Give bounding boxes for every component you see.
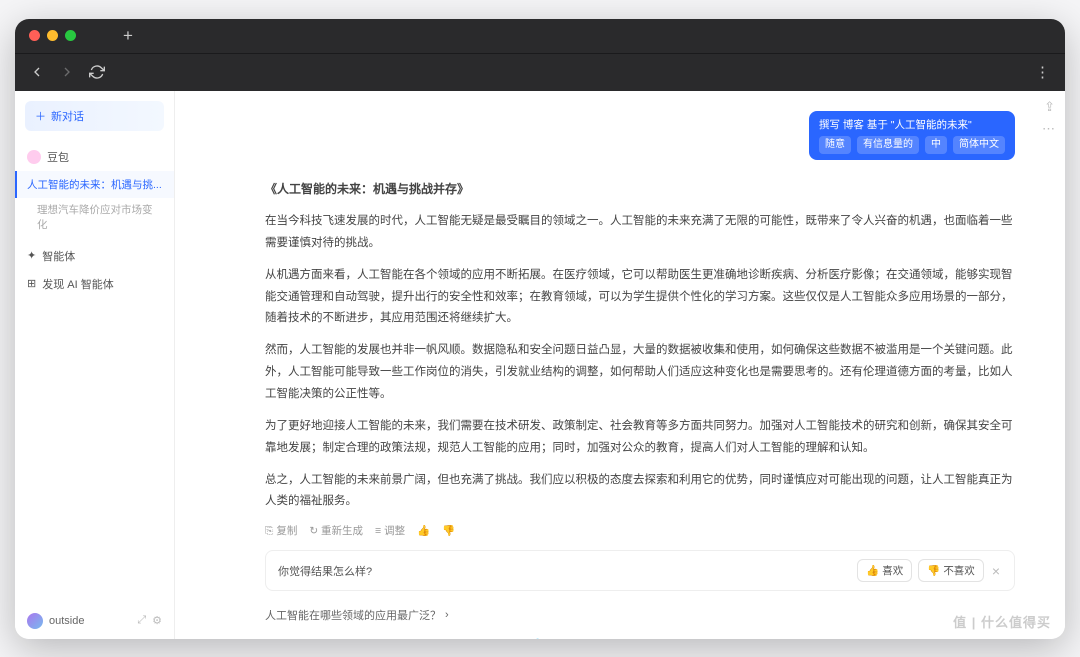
close-feedback-icon[interactable]: × bbox=[990, 563, 1002, 579]
feedback-bar: 你觉得结果怎么样? 👍 喜欢 👎 不喜欢 × bbox=[265, 550, 1015, 591]
tool-pdf[interactable]: ⎙ PDF 问答 bbox=[461, 637, 517, 638]
sidebar: ＋新对话 豆包 人工智能的未来：机遇与挑... 理想汽车降价应对市场变化 ✦智能… bbox=[15, 91, 175, 639]
assistant-response: 《人工智能的未来：机遇与挑战并存》 在当今科技飞速发展的时代，人工智能无疑是最受… bbox=[265, 178, 1015, 513]
prompt-tag: 简体中文 bbox=[953, 136, 1005, 154]
tool-search[interactable]: Q AI 搜索 bbox=[402, 637, 447, 638]
history-item[interactable]: 理想汽车降价应对市场变化 bbox=[15, 198, 174, 236]
discover-agents-item[interactable]: ⊞发现 AI 智能体 bbox=[15, 270, 174, 298]
assistant-item[interactable]: 豆包 bbox=[15, 143, 174, 171]
watermark: 值 | 什么值得买 bbox=[953, 612, 1051, 631]
tool-translate[interactable]: 🌐 翻译 bbox=[531, 637, 568, 638]
browser-menu-button[interactable]: ⋮ bbox=[1035, 63, 1051, 81]
copy-button[interactable]: ⎘ 复制 bbox=[265, 523, 297, 538]
maximize-window-dot[interactable] bbox=[65, 30, 76, 41]
new-chat-button[interactable]: ＋新对话 bbox=[25, 101, 164, 131]
tool-more[interactable]: ⊞ 更多 bbox=[651, 637, 684, 638]
close-window-dot[interactable] bbox=[29, 30, 40, 41]
sidebar-footer[interactable]: outside ⤢ ⚙ bbox=[15, 603, 174, 639]
prompt-tag: 中 bbox=[925, 136, 947, 154]
back-button[interactable] bbox=[29, 64, 45, 80]
thumbs-up-icon[interactable]: 👍 bbox=[417, 524, 430, 537]
new-tab-button[interactable]: + bbox=[123, 26, 133, 46]
tune-button[interactable]: ≡ 调整 bbox=[375, 523, 405, 538]
username-label: outside bbox=[49, 615, 84, 627]
chevron-right-icon: › bbox=[445, 609, 449, 621]
reload-button[interactable] bbox=[89, 64, 105, 80]
suggested-followup[interactable]: 人工智能在哪些领域的应用最广泛？› bbox=[265, 601, 1015, 629]
tool-write[interactable]: ✎ 帮我写作 bbox=[265, 637, 319, 638]
thumbs-down-icon[interactable]: 👎 bbox=[442, 524, 455, 537]
browser-toolbar: ⋮ bbox=[15, 53, 1065, 91]
response-actions: ⎘ 复制 ↻ 重新生成 ≡ 调整 👍 👎 bbox=[265, 523, 1015, 538]
assistant-avatar-icon bbox=[27, 150, 41, 164]
forward-button[interactable] bbox=[59, 64, 75, 80]
like-button[interactable]: 👍 喜欢 bbox=[857, 559, 912, 582]
tool-image[interactable]: ▣ 图像生成 bbox=[333, 637, 388, 638]
share-icon[interactable]: ⇪ bbox=[1044, 99, 1055, 115]
expand-icon[interactable]: ⤢ bbox=[137, 614, 146, 627]
article-title: 《人工智能的未来：机遇与挑战并存》 bbox=[265, 178, 1015, 201]
regenerate-button[interactable]: ↻ 重新生成 bbox=[309, 523, 363, 538]
feedback-question: 你觉得结果怎么样? bbox=[278, 563, 372, 579]
dislike-button[interactable]: 👎 不喜欢 bbox=[918, 559, 984, 582]
settings-icon[interactable]: ⚙ bbox=[152, 614, 162, 627]
tool-webpage[interactable]: ☰ 网页摘要 bbox=[582, 637, 636, 638]
user-prompt-bubble: 撰写 博客 基于 "人工智能的未来" 随意 有信息量的 中 简体中文 bbox=[809, 111, 1015, 161]
minimize-window-dot[interactable] bbox=[47, 30, 58, 41]
more-icon[interactable]: ⋯ bbox=[1042, 121, 1055, 137]
agents-item[interactable]: ✦智能体 bbox=[15, 242, 174, 270]
prompt-tag: 有信息量的 bbox=[857, 136, 919, 154]
history-item-active[interactable]: 人工智能的未来：机遇与挑... bbox=[15, 171, 174, 198]
tools-toolbar: ✎ 帮我写作 ▣ 图像生成 Q AI 搜索 ⎙ PDF 问答 🌐 翻译 ☰ 网页… bbox=[265, 629, 1015, 638]
main-panel: ⇪ ⋯ 撰写 博客 基于 "人工智能的未来" 随意 有信息量的 中 简体中文 《… bbox=[175, 91, 1065, 639]
window-titlebar: + bbox=[15, 19, 1065, 53]
prompt-tag: 随意 bbox=[819, 136, 851, 154]
user-avatar-icon bbox=[27, 613, 43, 629]
